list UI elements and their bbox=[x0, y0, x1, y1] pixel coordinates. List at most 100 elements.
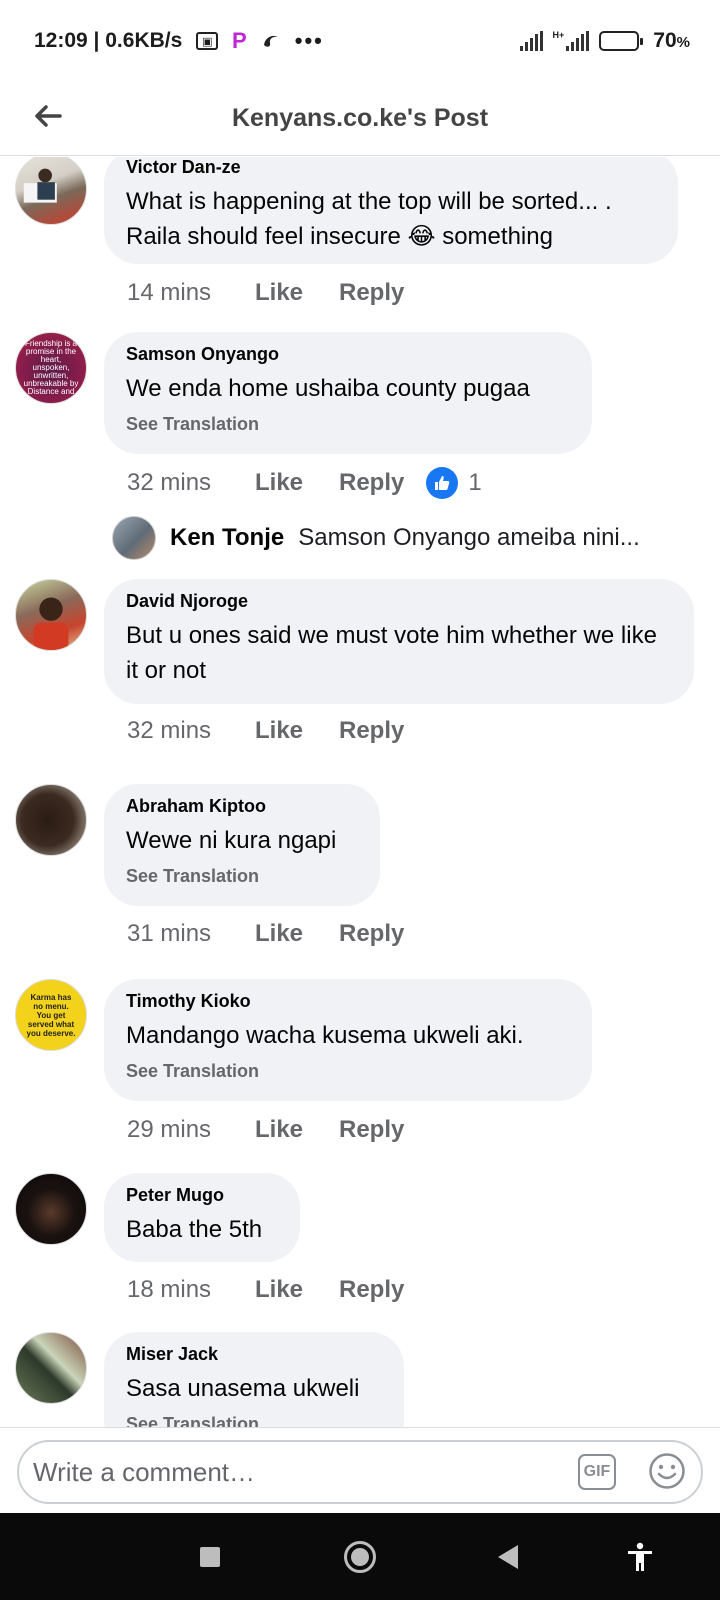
more-notifications-icon: ••• bbox=[294, 28, 324, 53]
commenter-name[interactable]: Victor Dan-ze bbox=[126, 157, 656, 178]
comment-bubble[interactable]: Peter Mugo Baba the 5th bbox=[104, 1173, 300, 1262]
comment-time[interactable]: 31 mins bbox=[127, 920, 255, 948]
see-translation-link[interactable]: See Translation bbox=[126, 1061, 570, 1082]
reaction-summary[interactable]: 1 bbox=[426, 467, 482, 499]
avatar-karma-text: Karma has no menu. You get served what y… bbox=[26, 992, 76, 1038]
commenter-name[interactable]: Miser Jack bbox=[126, 1344, 382, 1365]
comments-list[interactable]: Victor Dan-ze What is happening at the t… bbox=[0, 157, 720, 1427]
post-header: Kenyans.co.ke's Post bbox=[0, 82, 720, 156]
triangle-back-icon bbox=[498, 1545, 518, 1569]
photo-notification-icon: ▣ bbox=[196, 32, 219, 50]
status-time-speed: 12:09 | 0.6KB/s bbox=[34, 29, 183, 52]
avatar-abraham[interactable] bbox=[15, 784, 87, 856]
battery-icon bbox=[599, 31, 644, 51]
status-right: H+ 70% bbox=[519, 29, 690, 53]
reply-button[interactable]: Reply bbox=[339, 717, 404, 745]
comment-bubble[interactable]: Timothy Kioko Mandango wacha kusema ukwe… bbox=[104, 979, 592, 1101]
reply-snippet: Samson Onyango ameiba nini... bbox=[298, 524, 640, 551]
comment-time[interactable]: 14 mins bbox=[127, 279, 255, 307]
commenter-name[interactable]: Peter Mugo bbox=[126, 1185, 278, 1206]
app-p-notification-icon: P bbox=[231, 28, 247, 53]
comment-bubble[interactable]: Miser Jack Sasa unasema ukweli See Trans… bbox=[104, 1332, 404, 1427]
accessibility-button[interactable] bbox=[616, 1533, 664, 1581]
avatar-timothy[interactable]: Karma has no menu. You get served what y… bbox=[15, 979, 87, 1051]
commenter-name[interactable]: David Njoroge bbox=[126, 591, 672, 612]
reaction-count: 1 bbox=[468, 469, 482, 496]
notification-icons: ▣ P ••• bbox=[196, 28, 324, 53]
emoji-button[interactable] bbox=[648, 1452, 686, 1490]
comment-text: Mandango wacha kusema ukweli aki. bbox=[126, 1022, 524, 1049]
comment-time[interactable]: 32 mins bbox=[127, 717, 255, 745]
comment-time[interactable]: 32 mins bbox=[127, 469, 255, 497]
comment-actions: 32 mins Like Reply 1 bbox=[127, 467, 482, 499]
home-button[interactable] bbox=[336, 1533, 384, 1581]
comment-text: Baba the 5th bbox=[126, 1216, 263, 1243]
avatar-quote-text: Friendship is a promise in the heart, un… bbox=[23, 339, 79, 396]
swirl-notification-icon bbox=[260, 30, 282, 52]
reply-button[interactable]: Reply bbox=[339, 1116, 404, 1144]
comment-bubble[interactable]: Abraham Kiptoo Wewe ni kura ngapi See Tr… bbox=[104, 784, 380, 906]
square-icon bbox=[200, 1547, 220, 1567]
comment-text: Sasa unasema ukweli bbox=[126, 1375, 360, 1402]
like-button[interactable]: Like bbox=[255, 469, 339, 497]
avatar-ken-tonje[interactable] bbox=[112, 516, 156, 560]
network-type: H+ bbox=[552, 30, 565, 40]
see-translation-link[interactable]: See Translation bbox=[126, 1414, 382, 1427]
comment-time[interactable]: 29 mins bbox=[127, 1116, 255, 1144]
battery-percent: 70 bbox=[653, 29, 677, 52]
gif-button[interactable]: GIF bbox=[578, 1454, 616, 1490]
back-nav-button[interactable] bbox=[484, 1533, 532, 1581]
comment-text: Wewe ni kura ngapi bbox=[126, 827, 337, 854]
comment-input-placeholder: Write a comment… bbox=[33, 1456, 256, 1487]
like-button[interactable]: Like bbox=[255, 920, 339, 948]
signal-icon bbox=[519, 31, 543, 51]
comment-actions: 29 mins Like Reply bbox=[127, 1116, 404, 1144]
commenter-name[interactable]: Abraham Kiptoo bbox=[126, 796, 358, 817]
comment-text: What is happening at the top will be sor… bbox=[126, 188, 612, 250]
like-button[interactable]: Like bbox=[255, 1276, 339, 1304]
comment-actions: 32 mins Like Reply bbox=[127, 717, 404, 745]
comment-bubble[interactable]: David Njoroge But u ones said we must vo… bbox=[104, 579, 694, 704]
commenter-name[interactable]: Timothy Kioko bbox=[126, 991, 570, 1012]
battery-level: 70% bbox=[653, 29, 690, 53]
reply-preview[interactable]: Ken Tonje Samson Onyango ameiba nini... bbox=[112, 516, 640, 560]
avatar-victor[interactable] bbox=[15, 157, 87, 225]
reply-author-name[interactable]: Ken Tonje bbox=[170, 524, 284, 552]
comment-composer: Write a comment… GIF bbox=[0, 1427, 720, 1513]
system-nav-bar bbox=[0, 1513, 720, 1600]
like-button[interactable]: Like bbox=[255, 1116, 339, 1144]
page-title: Kenyans.co.ke's Post bbox=[231, 104, 489, 132]
status-bar: 12:09 | 0.6KB/s ▣ P ••• H+ 70% bbox=[0, 0, 720, 82]
like-button[interactable]: Like bbox=[255, 717, 339, 745]
comment-text: We enda home ushaiba county pugaa bbox=[126, 375, 530, 402]
commenter-name[interactable]: Samson Onyango bbox=[126, 344, 570, 365]
avatar-david[interactable] bbox=[15, 579, 87, 651]
accessibility-icon bbox=[628, 1542, 652, 1571]
back-arrow-icon bbox=[35, 105, 62, 127]
signal-hplus-icon: H+ bbox=[553, 31, 590, 51]
comment-time[interactable]: 18 mins bbox=[127, 1276, 255, 1304]
comment-actions: 14 mins Like Reply bbox=[127, 279, 404, 307]
reply-button[interactable]: Reply bbox=[339, 469, 404, 497]
reply-button[interactable]: Reply bbox=[339, 920, 404, 948]
see-translation-link[interactable]: See Translation bbox=[126, 866, 358, 887]
comment-bubble[interactable]: Samson Onyango We enda home ushaiba coun… bbox=[104, 332, 592, 454]
reply-button[interactable]: Reply bbox=[339, 1276, 404, 1304]
reply-button[interactable]: Reply bbox=[339, 279, 404, 307]
recents-button[interactable] bbox=[186, 1533, 234, 1581]
comment-bubble[interactable]: Victor Dan-ze What is happening at the t… bbox=[104, 157, 678, 264]
battery-percent-symbol: % bbox=[676, 34, 690, 51]
avatar-miser-jack[interactable] bbox=[15, 1332, 87, 1404]
comment-actions: 31 mins Like Reply bbox=[127, 920, 404, 948]
avatar-samson[interactable]: Friendship is a promise in the heart, un… bbox=[15, 332, 87, 404]
thumbs-up-icon bbox=[426, 467, 459, 499]
home-circle-icon bbox=[344, 1541, 376, 1573]
comment-actions: 18 mins Like Reply bbox=[127, 1276, 404, 1304]
like-button[interactable]: Like bbox=[255, 279, 339, 307]
comment-text: But u ones said we must vote him whether… bbox=[126, 622, 657, 684]
status-left: 12:09 | 0.6KB/s ▣ P ••• bbox=[34, 28, 324, 53]
smiley-icon bbox=[649, 1453, 685, 1489]
avatar-peter[interactable] bbox=[15, 1173, 87, 1245]
see-translation-link[interactable]: See Translation bbox=[126, 414, 570, 435]
back-button[interactable] bbox=[28, 96, 68, 136]
